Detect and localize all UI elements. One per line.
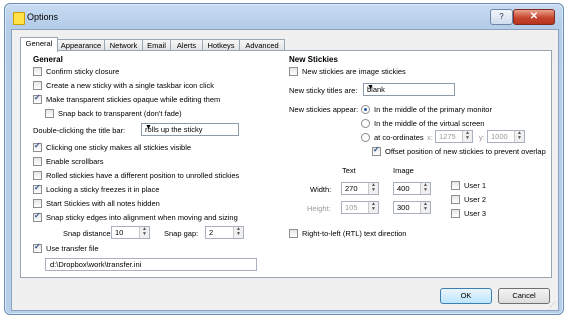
spin-arrows-icon[interactable]: ▲ ▼	[420, 183, 430, 194]
checkbox-box	[33, 157, 42, 166]
spin-arrows-icon[interactable]: ▲ ▼	[233, 227, 243, 238]
snap-distance-label: Snap distance:	[63, 229, 113, 238]
snap-gap-input[interactable]: 2 ▲ ▼	[205, 226, 244, 239]
spin-arrows-icon[interactable]: ▲ ▼	[462, 131, 472, 142]
spin-arrows-icon[interactable]: ▲ ▼	[420, 202, 430, 213]
window-title: Options	[27, 12, 59, 22]
spin-arrows-icon[interactable]: ▲ ▼	[368, 183, 378, 194]
rolled-position-checkbox[interactable]: Rolled stickies have a different positio…	[33, 171, 239, 181]
snap-gap-label: Snap gap:	[164, 229, 199, 238]
new-stickies-appear-label: New stickies appear:	[289, 105, 359, 114]
checkbox-box-checked	[33, 211, 42, 222]
sticky-titles-select[interactable]: blank ▼	[363, 83, 455, 96]
y-coordinate-input[interactable]: 1000 ▲ ▼	[487, 130, 525, 143]
image-height-input[interactable]: 300 ▲ ▼	[393, 201, 431, 214]
sticky-note-app-icon	[13, 12, 25, 25]
use-transfer-file-checkbox[interactable]: Use transfer file	[33, 242, 99, 254]
checkbox-box-checked	[33, 242, 42, 253]
checkbox-box	[33, 171, 42, 180]
radio-primary-monitor[interactable]: In the middle of the primary monitor	[361, 105, 492, 115]
snap-edges-checkbox[interactable]: Snap sticky edges into alignment when mo…	[33, 211, 238, 223]
image-column-heading: Image	[393, 166, 414, 175]
radio-unselected	[361, 119, 370, 128]
general-heading: General	[33, 55, 63, 64]
cancel-button[interactable]: Cancel	[498, 288, 550, 304]
new-stickies-heading: New Stickies	[289, 55, 338, 64]
checkbox-box	[451, 181, 460, 190]
user1-checkbox[interactable]: User 1	[451, 181, 486, 191]
rtl-direction-checkbox[interactable]: Right-to-left (RTL) text direction	[289, 229, 406, 239]
checkbox-box	[33, 67, 42, 76]
help-button[interactable]: ?	[490, 9, 513, 25]
snap-back-transparent-checkbox[interactable]: Snap back to transparent (don't fade)	[45, 109, 182, 119]
radio-virtual-screen[interactable]: In the middle of the virtual screen	[361, 119, 484, 129]
checkbox-box-checked	[33, 141, 42, 152]
tab-general[interactable]: General	[20, 37, 58, 52]
checkbox-box-checked	[33, 183, 42, 194]
checkbox-box	[289, 229, 298, 238]
radio-coordinates[interactable]: at co-ordinates	[361, 133, 424, 143]
width-label: Width:	[310, 185, 332, 194]
offset-position-checkbox[interactable]: Offset position of new stickies to preve…	[372, 145, 546, 157]
checkbox-box	[45, 109, 54, 118]
title-bar[interactable]: Options ? ✕	[5, 4, 563, 28]
dialog-client-area: General Appearance Network Email Alerts …	[11, 29, 559, 311]
confirm-closure-checkbox[interactable]: Confirm sticky closure	[33, 67, 119, 77]
text-column-heading: Text	[342, 166, 356, 175]
text-width-input[interactable]: 270 ▲ ▼	[341, 182, 379, 195]
checkbox-box-checked	[372, 145, 381, 156]
checkbox-box	[451, 209, 460, 218]
general-tab-panel: General Confirm sticky closure Create a …	[20, 50, 552, 278]
image-stickies-checkbox[interactable]: New stickies are image stickies	[289, 67, 406, 77]
x-coordinate-label: x:	[427, 133, 433, 142]
snap-distance-input[interactable]: 10 ▲ ▼	[111, 226, 150, 239]
enable-scrollbars-checkbox[interactable]: Enable scrollbars	[33, 157, 104, 167]
double-click-label: Double-clicking the title bar:	[33, 126, 126, 135]
start-hidden-checkbox[interactable]: Start Stickies with all notes hidden	[33, 199, 160, 209]
checkbox-box	[289, 67, 298, 76]
checkbox-box-checked	[33, 93, 42, 104]
image-width-input[interactable]: 400 ▲ ▼	[393, 182, 431, 195]
user3-checkbox[interactable]: User 3	[451, 209, 486, 219]
dropdown-arrow-icon: ▼	[367, 84, 374, 91]
spin-arrows-icon[interactable]: ▲ ▼	[139, 227, 149, 238]
spin-arrows-icon[interactable]: ▲ ▼	[514, 131, 524, 142]
options-window: Options ? ✕ General Appearance Network E…	[4, 3, 564, 315]
ok-button[interactable]: OK	[440, 288, 492, 304]
dropdown-arrow-icon: ▼	[145, 124, 152, 131]
double-click-select[interactable]: rolls up the sticky ▼	[141, 123, 239, 136]
checkbox-box	[33, 199, 42, 208]
y-coordinate-label: y:	[479, 133, 485, 142]
checkbox-box	[451, 195, 460, 204]
opaque-editing-checkbox[interactable]: Make transparent stickies opaque while e…	[33, 93, 220, 105]
x-coordinate-input[interactable]: 1275 ▲ ▼	[435, 130, 473, 143]
locking-freezes-checkbox[interactable]: Locking a sticky freezes it in place	[33, 183, 159, 195]
radio-selected	[361, 105, 370, 114]
create-single-click-checkbox[interactable]: Create a new sticky with a single taskba…	[33, 81, 214, 91]
close-button[interactable]: ✕	[513, 9, 555, 25]
checkbox-box	[33, 81, 42, 90]
text-height-input[interactable]: 105 ▲ ▼	[341, 201, 379, 214]
sticky-titles-label: New sticky titles are:	[289, 86, 358, 95]
transfer-file-path-input[interactable]: d:\Dropbox\work\transfer.ini	[45, 258, 257, 271]
radio-unselected	[361, 133, 370, 142]
height-label: Height:	[307, 204, 331, 213]
clicking-visible-checkbox[interactable]: Clicking one sticky makes all stickies v…	[33, 141, 191, 153]
resize-grip-icon[interactable]: ⋰	[550, 301, 556, 308]
spin-arrows-icon[interactable]: ▲ ▼	[368, 202, 378, 213]
user2-checkbox[interactable]: User 2	[451, 195, 486, 205]
